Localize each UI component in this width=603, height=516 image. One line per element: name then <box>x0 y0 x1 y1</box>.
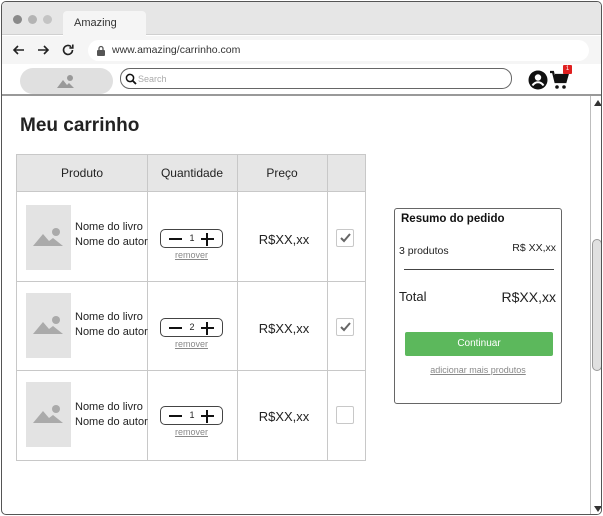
logo-placeholder[interactable] <box>20 68 113 94</box>
check-icon <box>340 322 351 332</box>
image-icon <box>33 228 63 246</box>
order-summary-panel: Resumo do pedido 3 produtos R$ XX,xx Tot… <box>394 208 562 404</box>
item-price: R$XX,xx <box>258 409 310 424</box>
book-title: Nome do livro <box>75 311 143 323</box>
app-header: 1 <box>2 64 601 96</box>
scrollbar-thumb[interactable] <box>592 239 601 371</box>
minus-icon[interactable] <box>169 415 182 417</box>
summary-total-label: Total <box>399 289 427 304</box>
item-price: R$XX,xx <box>258 321 310 336</box>
book-cover-placeholder <box>26 293 71 358</box>
book-info: Nome do livro Nome do autor <box>75 310 148 340</box>
column-header-quantity: Quantidade <box>160 166 224 180</box>
remove-link[interactable]: remover <box>160 250 223 260</box>
select-checkbox[interactable] <box>336 318 354 336</box>
book-cover-placeholder <box>26 382 71 447</box>
table-header: Produto Quantidade Preço <box>17 155 365 192</box>
quantity-stepper: 1 <box>160 229 223 248</box>
window-maximize-dot[interactable] <box>43 15 52 24</box>
select-checkbox[interactable] <box>336 229 354 247</box>
book-author: Nome do autor <box>75 416 148 428</box>
table-row: Nome do livro Nome do autor 1 remover R$… <box>17 371 365 461</box>
browser-titlebar: Amazing <box>2 2 601 36</box>
continue-button[interactable]: Continuar <box>405 332 553 356</box>
search-icon <box>125 73 137 85</box>
item-price: R$XX,xx <box>258 232 310 247</box>
image-icon <box>33 405 63 423</box>
quantity-value[interactable]: 1 <box>186 233 198 243</box>
column-header-price: Preço <box>266 166 298 180</box>
quantity-stepper: 2 <box>160 318 223 337</box>
cart-table: Produto Quantidade Preço Nome do livro N… <box>16 154 366 461</box>
plus-icon[interactable] <box>206 233 208 246</box>
book-info: Nome do livro Nome do autor <box>75 220 148 250</box>
window-minimize-dot[interactable] <box>28 15 37 24</box>
browser-window: Amazing www.amazing/carrinho.com Search … <box>1 1 602 515</box>
add-more-products-link[interactable]: adicionar mais produtos <box>395 365 561 375</box>
book-title: Nome do livro <box>75 221 143 233</box>
search-bar[interactable] <box>120 68 512 89</box>
remove-link[interactable]: remover <box>160 427 223 437</box>
minus-icon[interactable] <box>169 238 182 240</box>
quantity-value[interactable]: 1 <box>186 410 198 420</box>
book-title: Nome do livro <box>75 401 143 413</box>
book-author: Nome do autor <box>75 326 148 338</box>
vertical-scrollbar[interactable] <box>590 96 601 514</box>
summary-total-value: R$XX,xx <box>501 289 556 305</box>
url-bar[interactable]: www.amazing/carrinho.com <box>88 40 589 61</box>
quantity-stepper: 1 <box>160 406 223 425</box>
book-author: Nome do autor <box>75 236 148 248</box>
address-bar-row: www.amazing/carrinho.com <box>2 36 601 64</box>
quantity-value[interactable]: 2 <box>186 322 198 332</box>
back-arrow-icon[interactable] <box>11 42 27 58</box>
scroll-up-arrow-icon[interactable] <box>594 100 601 106</box>
book-info: Nome do livro Nome do autor <box>75 400 148 430</box>
summary-subtotal: R$ XX,xx <box>512 242 556 254</box>
window-close-dot[interactable] <box>13 15 22 24</box>
user-icon[interactable] <box>528 70 548 90</box>
column-header-product: Produto <box>60 166 104 180</box>
minus-icon[interactable] <box>169 327 182 329</box>
table-row: Nome do livro Nome do autor 1 remover R$… <box>17 192 365 282</box>
image-icon <box>57 75 74 88</box>
plus-icon[interactable] <box>206 410 208 423</box>
cart-badge: 1 <box>563 65 572 74</box>
summary-title: Resumo do pedido <box>401 213 505 225</box>
check-icon <box>340 233 351 243</box>
select-checkbox[interactable] <box>336 406 354 424</box>
search-input[interactable] <box>138 71 498 86</box>
book-cover-placeholder <box>26 205 71 270</box>
image-icon <box>33 316 63 334</box>
scroll-down-arrow-icon[interactable] <box>594 506 601 512</box>
remove-link[interactable]: remover <box>160 339 223 349</box>
column-header-select <box>327 155 365 192</box>
table-row: Nome do livro Nome do autor 2 remover R$… <box>17 282 365 372</box>
browser-tab[interactable]: Amazing <box>63 11 146 36</box>
forward-arrow-icon[interactable] <box>35 42 51 58</box>
lock-icon <box>97 45 105 56</box>
reload-icon[interactable] <box>60 42 76 58</box>
page-title: Meu carrinho <box>20 115 140 136</box>
summary-divider <box>404 269 554 270</box>
summary-product-count: 3 produtos <box>399 245 449 257</box>
url-text: www.amazing/carrinho.com <box>112 44 241 56</box>
plus-icon[interactable] <box>206 322 208 335</box>
